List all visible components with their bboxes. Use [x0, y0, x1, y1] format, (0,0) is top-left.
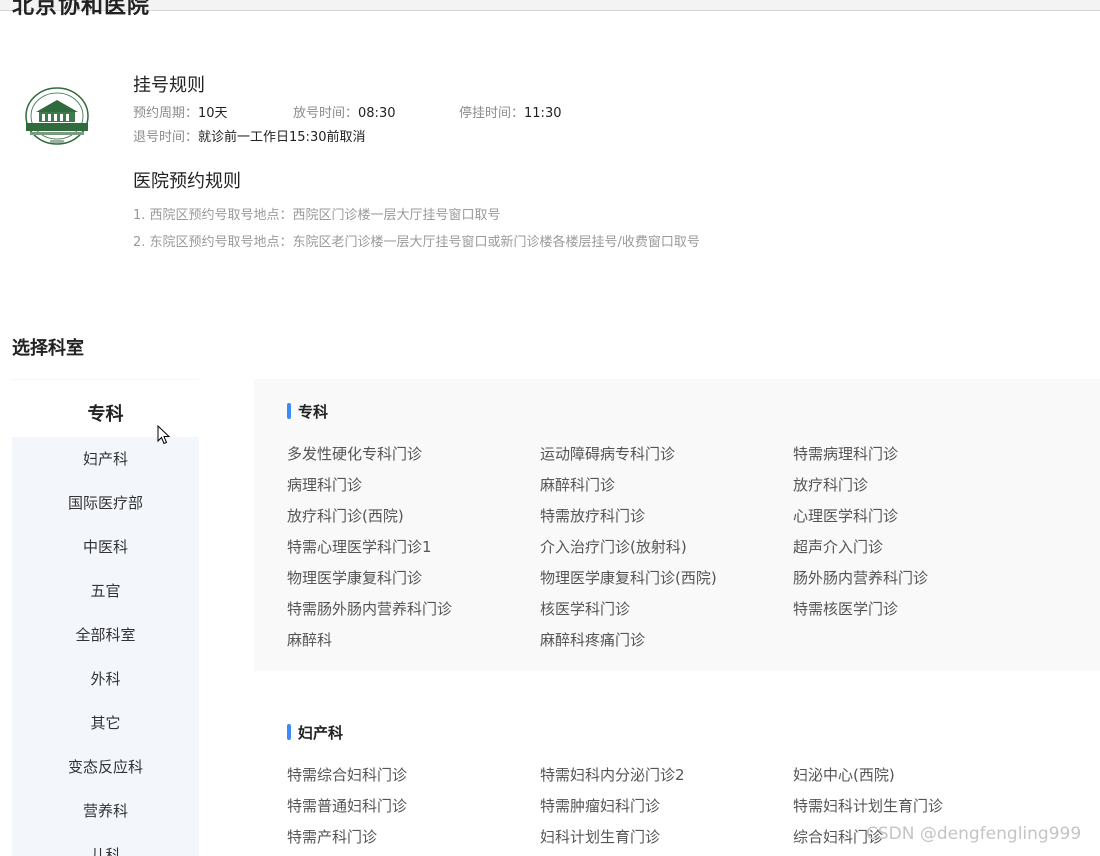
dept-link[interactable]: 病理科门诊	[287, 470, 540, 501]
panel-heading: 妇产科	[287, 722, 343, 742]
dept-link[interactable]: 特需病理科门诊	[793, 439, 1046, 470]
dept-grid: 多发性硬化专科门诊 运动障碍病专科门诊 特需病理科门诊病理科门诊 麻醉科门诊 放疗科门诊…	[287, 439, 1067, 656]
sidebar-item-ent[interactable]: 五官	[12, 569, 199, 613]
dept-link[interactable]: 肠外肠内营养科门诊	[793, 563, 1046, 594]
dept-link[interactable]: 特需妇科计划生育门诊	[793, 791, 1046, 822]
dept-link[interactable]: 麻醉科	[287, 625, 540, 656]
dept-link[interactable]: 妇科计划生育门诊	[540, 822, 793, 853]
register-rules-section: 挂号规则 预约周期： 10天 放号时间： 08:30 停挂时间： 11:30 退…	[133, 74, 1033, 150]
booking-rule-line: 1. 西院区预约号取号地点：西院区门诊楼一层大厅挂号窗口取号	[133, 208, 501, 223]
dept-link[interactable]: 放疗科门诊(西院)	[287, 501, 540, 532]
dept-link[interactable]: 特需综合妇科门诊	[287, 760, 540, 791]
sidebar-item-international[interactable]: 国际医疗部	[12, 481, 199, 525]
dept-link[interactable]: 麻醉科疼痛门诊	[540, 625, 793, 656]
accent-bar	[287, 724, 291, 740]
dept-link[interactable]: 物理医学康复科门诊(西院)	[540, 563, 793, 594]
mouse-pointer-icon	[157, 424, 171, 445]
dept-link[interactable]: 心理医学科门诊	[793, 501, 1046, 532]
dept-link[interactable]: 特需产科门诊	[287, 822, 540, 853]
dept-link[interactable]: 特需核医学门诊	[793, 594, 1046, 625]
booking-rule-line: 2. 东院区预约号取号地点：东院区老门诊楼一层大厅挂号窗口或新门诊楼各楼层挂号/…	[133, 235, 700, 250]
accent-bar	[287, 403, 291, 419]
dept-link[interactable]: 多发性硬化专科门诊	[287, 439, 540, 470]
dept-category-sidebar: 专科 妇产科 国际医疗部 中医科 五官 全部科室 外科 其它 变态反应科 营养科…	[12, 379, 199, 856]
dept-link[interactable]: 放疗科门诊	[793, 470, 1046, 501]
sidebar-item-pediatrics[interactable]: 儿科	[12, 833, 199, 856]
dept-link[interactable]: 核医学科门诊	[540, 594, 793, 625]
dept-link[interactable]: 介入治疗门诊(放射科)	[540, 532, 793, 563]
dept-link[interactable]: 特需肿瘤妇科门诊	[540, 791, 793, 822]
sidebar-item-allergy[interactable]: 变态反应科	[12, 745, 199, 789]
stop-time: 停挂时间： 11:30	[459, 106, 562, 121]
dept-link[interactable]: 特需肠外肠内营养科门诊	[287, 594, 540, 625]
booking-period: 预约周期： 10天	[133, 106, 228, 121]
sidebar-item-all[interactable]: 全部科室	[12, 613, 199, 657]
sidebar-item-surgery[interactable]: 外科	[12, 657, 199, 701]
booking-rules-heading: 医院预约规则	[133, 171, 241, 192]
sidebar-item-nutrition[interactable]: 营养科	[12, 789, 199, 833]
sidebar-item-tcm[interactable]: 中医科	[12, 525, 199, 569]
register-rules-row-2: 退号时间： 就诊前一工作日15:30前取消	[133, 126, 1033, 150]
dept-link[interactable]: 超声介入门诊	[793, 532, 1046, 563]
dept-link[interactable]: 妇泌中心(西院)	[793, 760, 1046, 791]
dept-link[interactable]: 特需心理医学科门诊1	[287, 532, 540, 563]
register-rules-heading: 挂号规则	[133, 75, 205, 96]
dept-panel-specialty: 专科 多发性硬化专科门诊 运动障碍病专科门诊 特需病理科门诊病理科门诊 麻醉科门诊 放疗…	[254, 379, 1100, 671]
dept-link[interactable]: 物理医学康复科门诊	[287, 563, 540, 594]
sidebar-item-other[interactable]: 其它	[12, 701, 199, 745]
panel-heading: 专科	[287, 401, 328, 421]
dept-link[interactable]: 特需放疗科门诊	[540, 501, 793, 532]
dept-link[interactable]: 麻醉科门诊	[540, 470, 793, 501]
register-rules-row-1: 预约周期： 10天 放号时间： 08:30 停挂时间： 11:30	[133, 102, 1033, 126]
dept-link[interactable]: 特需妇科内分泌门诊2	[540, 760, 793, 791]
release-time: 放号时间： 08:30	[293, 106, 396, 121]
dept-link[interactable]: 特需普通妇科门诊	[287, 791, 540, 822]
dept-link[interactable]: 运动障碍病专科门诊	[540, 439, 793, 470]
hospital-name: 北京协和医院	[12, 0, 151, 19]
browser-top-edge	[0, 0, 1100, 11]
cancel-time: 退号时间： 就诊前一工作日15:30前取消	[133, 130, 366, 145]
watermark-text: CSDN @dengfengling999	[866, 824, 1082, 844]
hospital-logo-icon	[22, 86, 92, 148]
choose-dept-title: 选择科室	[12, 338, 84, 359]
booking-rules-section: 医院预约规则 1. 西院区预约号取号地点：西院区门诊楼一层大厅挂号窗口取号 2.…	[133, 170, 1033, 256]
